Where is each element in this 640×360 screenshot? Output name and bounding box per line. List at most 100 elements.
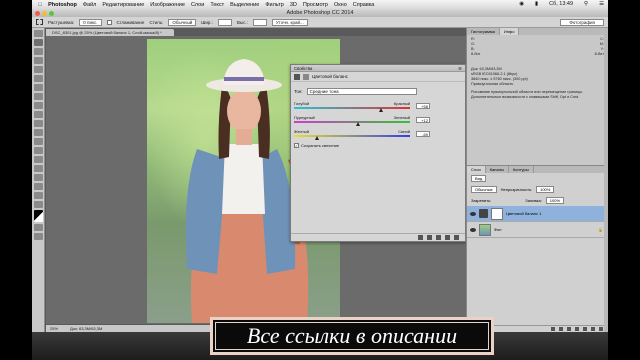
refine-edge-button[interactable]: Уточн. край... — [271, 18, 308, 26]
fill-input[interactable]: 100% — [545, 197, 565, 204]
cyan-red-track[interactable] — [294, 107, 410, 109]
app-menu[interactable]: Photoshop — [48, 2, 77, 8]
cyan-red-value[interactable]: +58 — [416, 103, 430, 109]
yellow-blue-slider[interactable]: Желтый Синий -69 — [294, 129, 464, 140]
preserve-checkbox[interactable]: ✓ — [294, 143, 299, 148]
type-tool-icon[interactable] — [34, 165, 43, 172]
gradient-tool-icon[interactable] — [34, 129, 43, 136]
magenta-green-knob[interactable] — [355, 122, 360, 126]
pen-tool-icon[interactable] — [34, 156, 43, 163]
move-tool-icon[interactable] — [34, 30, 43, 37]
crop-tool-icon[interactable] — [34, 66, 43, 73]
clone-tool-icon[interactable] — [34, 102, 43, 109]
menu-view[interactable]: Просмотр — [303, 2, 328, 8]
properties-header[interactable]: Свойства ☰ — [291, 65, 465, 72]
menu-text[interactable]: Текст — [210, 2, 224, 8]
apple-icon[interactable]:  — [38, 2, 42, 8]
history-brush-tool-icon[interactable] — [34, 111, 43, 118]
menu-image[interactable]: Изображение — [150, 2, 185, 8]
layer-row-background[interactable]: Фон 🔒 — [467, 222, 608, 238]
fx-icon[interactable] — [559, 327, 563, 331]
menu-file[interactable]: Файл — [83, 2, 97, 8]
magenta-green-track[interactable] — [294, 121, 410, 123]
new-group-icon[interactable] — [583, 327, 587, 331]
visibility-icon[interactable] — [445, 235, 450, 240]
tab-info[interactable]: Инфо — [499, 28, 520, 35]
new-layer-icon[interactable] — [591, 327, 595, 331]
battery-icon[interactable]: ▮ — [535, 1, 538, 7]
yellow-blue-knob[interactable] — [315, 136, 320, 140]
menu-help[interactable]: Справка — [353, 2, 375, 8]
document-tab[interactable]: DSC_8301.jpg @ 25% (Цветовой баланс 1, С… — [46, 29, 174, 36]
width-input[interactable] — [217, 18, 232, 26]
zoom-button[interactable] — [49, 10, 54, 16]
blur-tool-icon[interactable] — [34, 138, 43, 145]
reset-icon[interactable] — [436, 235, 441, 240]
canvas-area[interactable]: Свойства ☰ Цветовой баланс Тон: Средние … — [46, 36, 466, 324]
cyan-red-knob[interactable] — [379, 108, 383, 112]
view-previous-icon[interactable] — [427, 235, 432, 240]
magenta-green-slider[interactable]: Пурпурный Зеленый +12 — [294, 115, 464, 126]
eye-icon[interactable] — [470, 211, 476, 216]
list-icon[interactable]: ☰ — [599, 1, 604, 7]
preserve-luminosity[interactable]: ✓ Сохранить свечение — [294, 143, 339, 148]
add-mask-icon[interactable] — [567, 327, 571, 331]
layer-kind-select[interactable]: Вид — [471, 175, 487, 182]
healing-tool-icon[interactable] — [34, 84, 43, 91]
opacity-input[interactable]: 100% — [536, 186, 555, 193]
clip-icon[interactable] — [418, 235, 423, 240]
menu-filter[interactable]: Фильтр — [265, 2, 283, 8]
tab-layers[interactable]: Слои — [467, 166, 486, 173]
path-select-tool-icon[interactable] — [34, 174, 43, 181]
mask-icon[interactable] — [303, 73, 309, 80]
panel-menu-icon[interactable]: ☰ — [458, 65, 462, 72]
tab-channels[interactable]: Каналы — [486, 166, 509, 173]
clock[interactable]: Сб, 13:49 — [549, 1, 573, 7]
tab-paths[interactable]: Контуры — [509, 166, 534, 173]
zoom-level[interactable]: 25% — [50, 325, 58, 332]
yellow-blue-track[interactable] — [294, 135, 410, 137]
wifi-icon[interactable]: ◉ — [519, 1, 524, 7]
height-input[interactable] — [252, 18, 267, 26]
adjustment-icon[interactable] — [294, 73, 300, 80]
zoom-tool-icon[interactable] — [34, 201, 43, 208]
menu-3d[interactable]: 3D — [290, 2, 297, 8]
link-icon[interactable] — [551, 327, 555, 331]
new-adjustment-icon[interactable] — [575, 327, 579, 331]
menu-select[interactable]: Выделение — [230, 2, 259, 8]
lasso-tool-icon[interactable] — [34, 48, 43, 55]
menu-layers[interactable]: Слои — [191, 2, 204, 8]
tone-select[interactable]: Средние тона — [306, 88, 417, 95]
screen-mode-icon[interactable] — [34, 233, 43, 240]
search-icon[interactable]: ⚲ — [584, 1, 588, 7]
blend-mode-select[interactable]: Обычные — [471, 186, 497, 193]
marquee-tool-icon[interactable] — [34, 39, 43, 46]
feather-input[interactable]: 0 пикс. — [79, 18, 102, 26]
layer-row-color-balance[interactable]: Цветовой баланс 1 — [467, 206, 608, 222]
eye-icon[interactable] — [470, 227, 476, 232]
magenta-green-value[interactable]: +12 — [416, 117, 430, 123]
panel-collapse-strip[interactable] — [604, 28, 608, 332]
dodge-tool-icon[interactable] — [34, 147, 43, 154]
delete-layer-icon[interactable] — [599, 327, 603, 331]
eyedropper-tool-icon[interactable] — [34, 75, 43, 82]
close-button[interactable] — [35, 10, 40, 16]
marquee-tool-icon[interactable] — [36, 19, 43, 25]
cyan-red-slider[interactable]: Голубой Красный +58 — [294, 101, 464, 112]
properties-panel[interactable]: Свойства ☰ Цветовой баланс Тон: Средние … — [290, 64, 466, 242]
menu-window[interactable]: Окно — [334, 2, 347, 8]
yellow-blue-value[interactable]: -69 — [416, 131, 430, 137]
minimize-button[interactable] — [42, 10, 47, 16]
menu-edit[interactable]: Редактирование — [102, 2, 144, 8]
style-select[interactable]: Обычный — [168, 18, 197, 26]
antialias-checkbox[interactable] — [106, 19, 112, 25]
layer-mask-thumb[interactable] — [491, 207, 503, 220]
eraser-tool-icon[interactable] — [34, 120, 43, 127]
quick-select-tool-icon[interactable] — [34, 57, 43, 64]
workspace-select[interactable]: Фотография — [560, 19, 604, 26]
quick-mask-icon[interactable] — [34, 224, 43, 231]
tab-histogram[interactable]: Гистограмма — [467, 28, 500, 35]
color-swatches-icon[interactable] — [34, 210, 43, 222]
shape-tool-icon[interactable] — [34, 183, 43, 190]
brush-tool-icon[interactable] — [34, 93, 43, 100]
